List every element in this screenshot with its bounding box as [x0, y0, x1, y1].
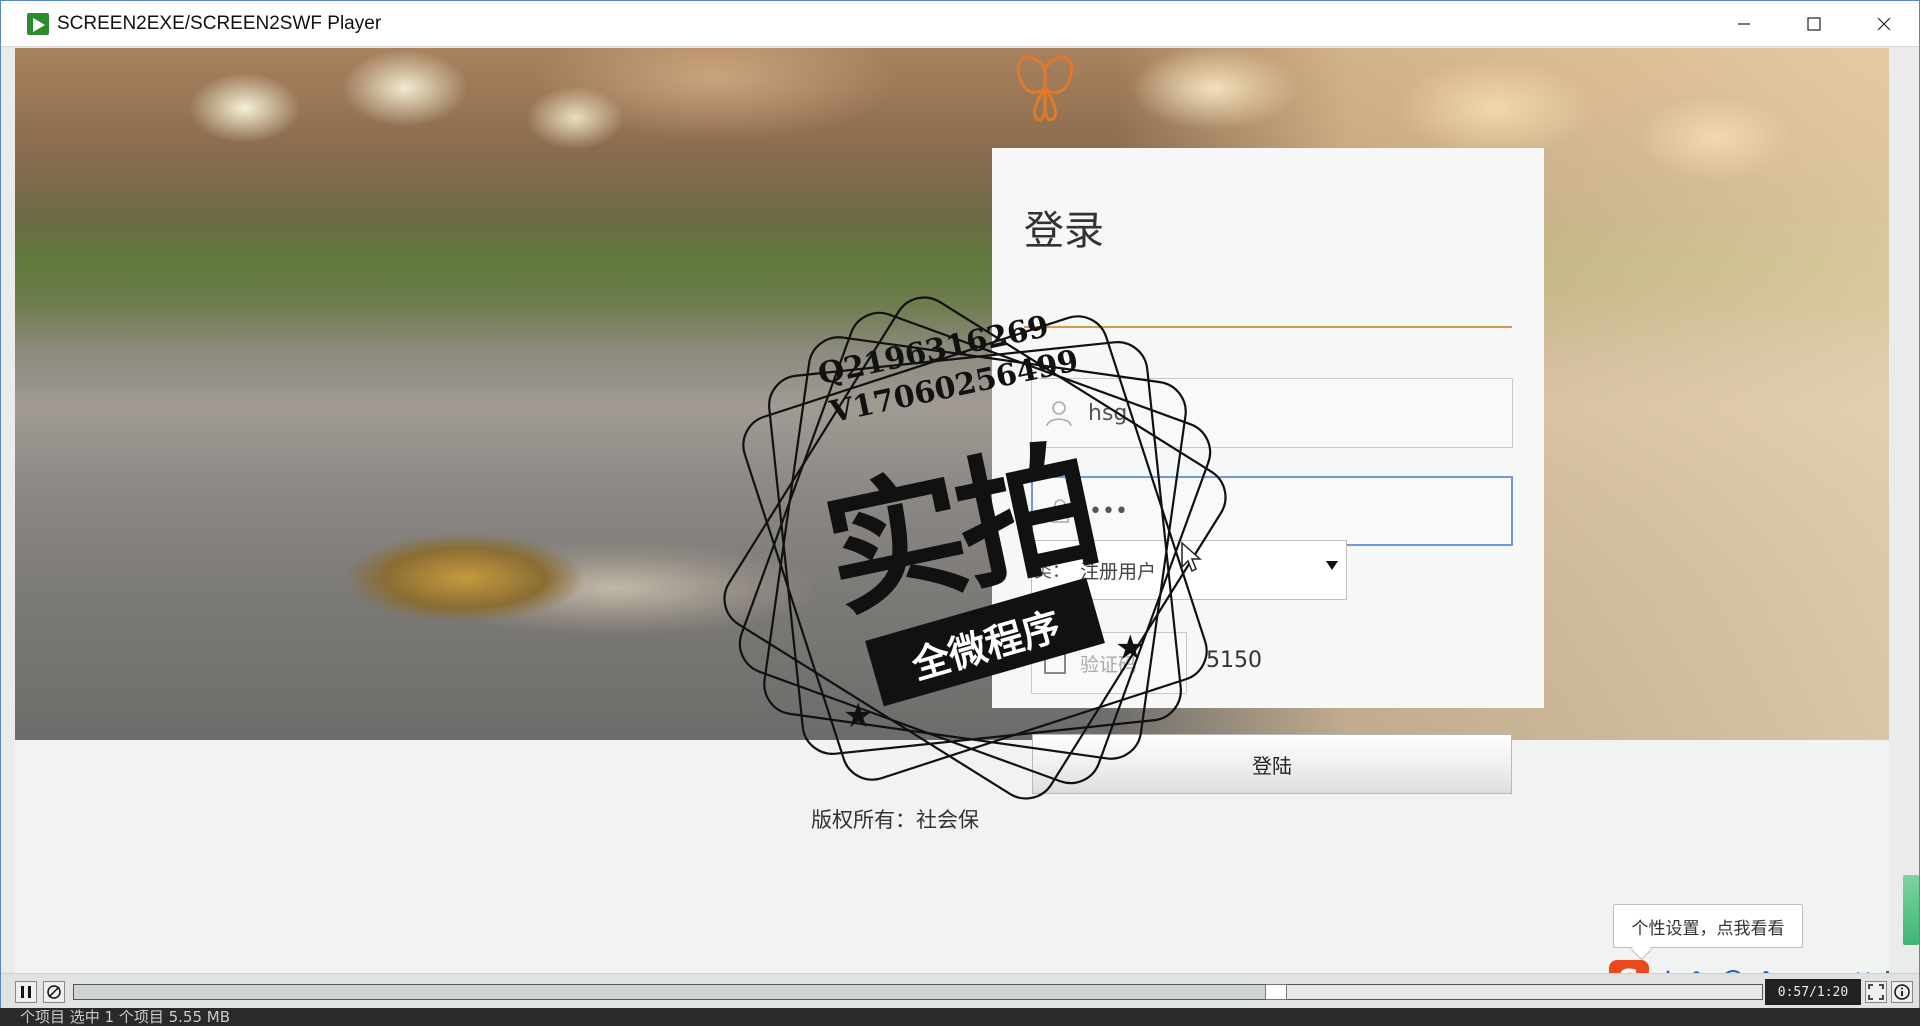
info-button[interactable] — [1891, 981, 1913, 1003]
watermark-stamp: Q2196316269 V17060256499 实拍 全微程序 ★ ★ — [715, 288, 1235, 808]
player-window: SCREEN2EXE/SCREEN2SWF Player 登录 hsg ••• … — [0, 0, 1920, 1026]
pause-icon — [21, 986, 31, 998]
side-scroll-handle[interactable] — [1903, 875, 1919, 945]
chevron-down-icon — [1326, 561, 1338, 570]
star-icon: ★ — [843, 696, 874, 736]
progress-bar[interactable] — [73, 984, 1763, 1000]
ime-toolbar: S 中 °, — [1609, 958, 1889, 973]
fullscreen-button[interactable] — [1865, 981, 1887, 1003]
window-controls — [1709, 1, 1919, 47]
mouse-cursor-icon — [1181, 541, 1202, 573]
close-icon — [1877, 17, 1891, 31]
maximize-button[interactable] — [1779, 1, 1849, 47]
pause-button[interactable] — [15, 981, 37, 1003]
app-icon — [27, 12, 49, 35]
fullscreen-icon — [1868, 984, 1884, 1000]
taskbar-status-text: 个项目 选中 1 个项目 5.55 MB — [0, 1008, 1920, 1026]
title-bar[interactable]: SCREEN2EXE/SCREEN2SWF Player — [1, 1, 1919, 47]
ime-tooltip[interactable]: 个性设置，点我看看 — [1613, 904, 1803, 948]
video-viewport: 登录 类： 注册用户 — [15, 48, 1889, 973]
mute-icon — [47, 985, 61, 999]
minimize-button[interactable] — [1709, 1, 1779, 47]
progress-fill — [74, 985, 1276, 999]
sound-toggle-button[interactable] — [43, 981, 65, 1003]
butterfly-icon — [1016, 55, 1074, 122]
progress-thumb[interactable] — [1264, 984, 1287, 1000]
minimize-icon — [1738, 23, 1750, 25]
sogou-logo-icon[interactable]: S — [1609, 960, 1649, 973]
player-control-bar: 0:57/1:20 — [1, 973, 1919, 1009]
info-icon — [1894, 984, 1910, 1000]
close-button[interactable] — [1849, 1, 1919, 47]
copyright-text: 版权所有：社会保 — [811, 808, 979, 832]
login-title: 登录 — [1024, 208, 1104, 254]
time-readout: 0:57/1:20 — [1765, 979, 1861, 1005]
star-icon: ★ — [1115, 628, 1146, 668]
maximize-icon — [1807, 17, 1821, 31]
window-title: SCREEN2EXE/SCREEN2SWF Player — [57, 12, 382, 34]
